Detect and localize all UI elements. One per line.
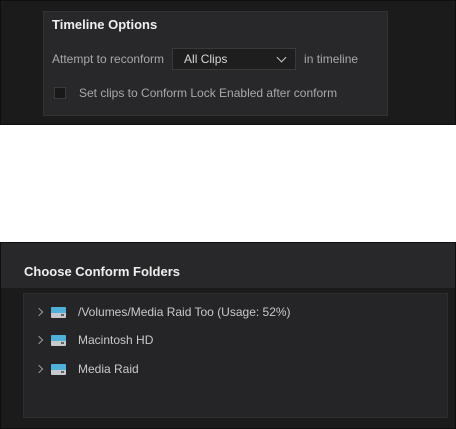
folder-item-macintosh-hd[interactable]: Macintosh HD [34, 331, 154, 349]
timeline-options-section: Timeline Options Attempt to reconform Al… [43, 11, 388, 116]
conform-folders-panel: Choose Conform Folders /Volumes/Media Ra… [0, 242, 456, 429]
chevron-right-icon[interactable] [34, 335, 44, 345]
chevron-right-icon[interactable] [34, 307, 44, 317]
folder-item-label: Macintosh HD [78, 333, 154, 347]
drive-icon [51, 306, 66, 318]
reconform-row: Attempt to reconform All Clips in timeli… [52, 47, 358, 71]
chevron-right-icon[interactable] [34, 364, 44, 374]
chevron-down-icon [276, 52, 287, 62]
folder-item-media-raid[interactable]: Media Raid [34, 360, 139, 378]
reconform-suffix: in timeline [304, 52, 359, 66]
conform-lock-checkbox[interactable] [54, 87, 66, 99]
drive-icon [51, 363, 66, 375]
folder-item-label: Media Raid [78, 362, 139, 376]
reconform-label: Attempt to reconform [52, 52, 165, 66]
drive-icon [51, 334, 66, 346]
folder-item-media-raid-too[interactable]: /Volumes/Media Raid Too (Usage: 52%) [34, 303, 291, 321]
folder-item-label: /Volumes/Media Raid Too (Usage: 52%) [78, 305, 291, 319]
reconform-dropdown-value: All Clips [184, 52, 228, 66]
conform-lock-label: Set clips to Conform Lock Enabled after … [79, 86, 338, 100]
conform-folders-title: Choose Conform Folders [24, 264, 181, 279]
conform-lock-row: Set clips to Conform Lock Enabled after … [54, 84, 337, 102]
timeline-options-panel: Timeline Options Attempt to reconform Al… [0, 0, 456, 125]
conform-folders-header: Choose Conform Folders [1, 243, 455, 288]
folder-list: /Volumes/Media Raid Too (Usage: 52%) Mac… [23, 293, 448, 418]
timeline-options-title: Timeline Options [52, 17, 158, 32]
reconform-dropdown[interactable]: All Clips [172, 48, 297, 70]
